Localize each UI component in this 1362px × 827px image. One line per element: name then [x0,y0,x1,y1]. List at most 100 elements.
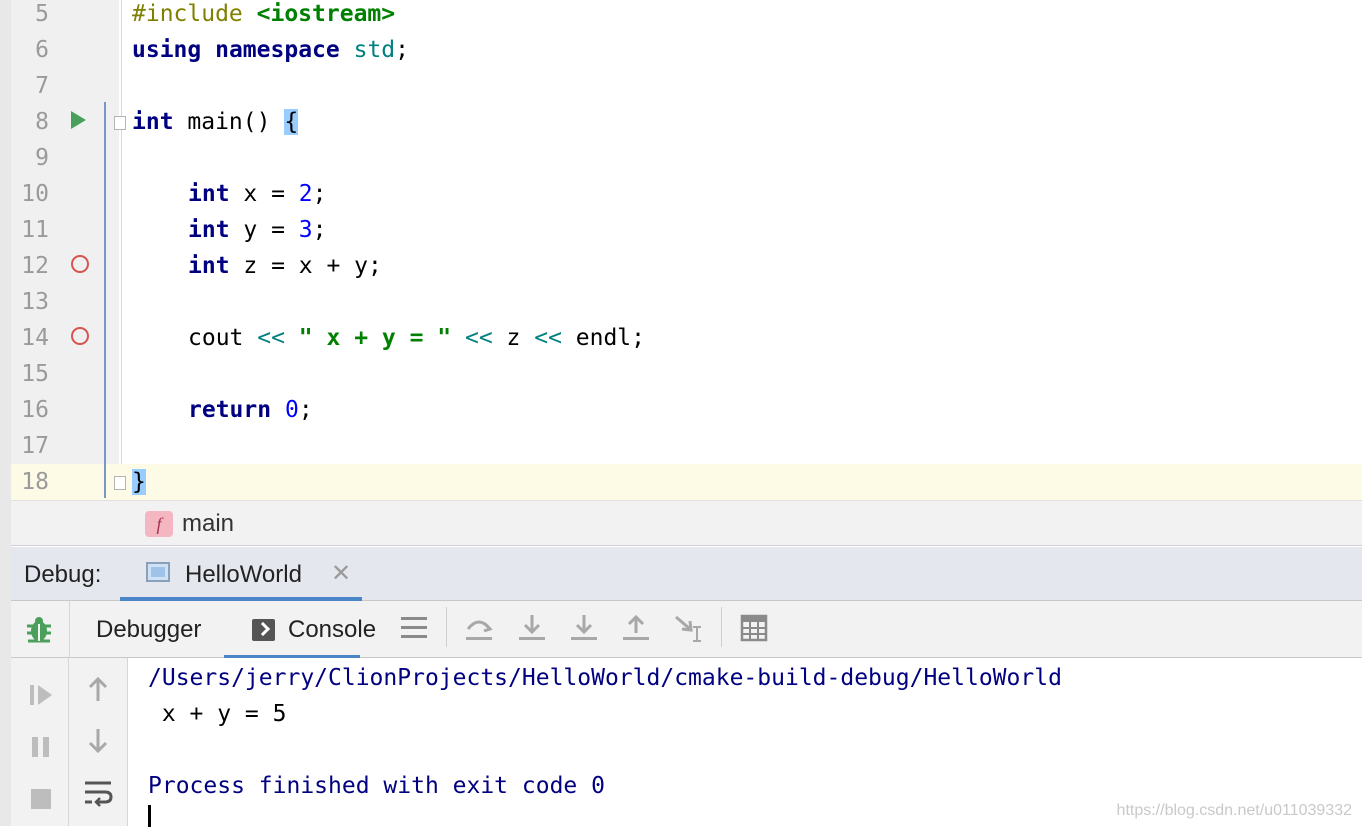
code-line[interactable]: 8 int main() { [11,104,1362,140]
session-tab-label: HelloWorld [185,561,302,588]
text-caret [148,805,151,827]
code-line[interactable]: 5 #include <iostream> [11,0,1362,32]
number-literal: 3 [298,217,313,243]
function-icon: f [145,511,173,537]
code-fragment: y = [229,217,299,243]
keyword: namespace [215,37,340,63]
window-edge [0,0,11,826]
tab-label: Debugger [96,616,202,643]
force-step-into-icon[interactable] [569,613,599,643]
line-number: 7 [35,73,49,99]
keyword: int [188,181,230,207]
code-line[interactable]: 6 using namespace std; [11,32,1362,68]
line-number: 18 [21,469,49,495]
console-line-exit: Process finished with exit code 0 [148,773,605,799]
code-editor[interactable]: 5 #include <iostream> 6 using namespace … [0,0,1362,500]
run-gutter-icon[interactable] [71,111,86,129]
keyword: using [132,37,202,63]
watermark: https://blog.csdn.net/u011039332 [1116,802,1352,819]
step-out-icon[interactable] [621,613,651,643]
fold-icon[interactable] [114,476,126,490]
stream-operator: << [534,325,562,351]
string-literal: " x + y = " [284,325,465,351]
soft-wrap-icon[interactable] [83,778,113,808]
keyword: int [188,217,230,243]
tab-label: Console [288,616,377,643]
punctuation: ; [312,217,327,243]
debug-tool-window-header: Debug: HelloWorld ✕ [11,547,1362,602]
line-number: 11 [21,217,49,243]
code-line[interactable]: 16 return 0; [11,392,1362,428]
line-number: 5 [35,1,49,27]
code-line[interactable]: 14 cout << " x + y = " << z << endl; [11,320,1362,356]
breadcrumb-item[interactable]: main [182,509,234,539]
evaluate-expression-icon[interactable] [739,613,769,643]
breakpoint-icon[interactable] [71,327,89,345]
code-line[interactable]: 7 [11,68,1362,104]
code-text: using namespace std; [132,32,409,68]
stop-icon[interactable] [26,784,56,814]
fold-icon[interactable] [114,116,126,130]
identifier: endl; [561,325,646,351]
number-literal: 2 [298,181,313,207]
function-signature: main() [173,109,285,135]
code-line[interactable]: 15 [11,356,1362,392]
code-line[interactable]: 13 [11,284,1362,320]
code-line[interactable]: 12 int z = x + y; [11,248,1362,284]
resume-icon[interactable] [26,680,56,710]
console-output[interactable]: /Users/jerry/ClionProjects/HelloWorld/cm… [128,658,1362,827]
console-line-command[interactable]: /Users/jerry/ClionProjects/HelloWorld/cm… [148,660,1062,696]
punctuation: ; [395,37,409,63]
line-number: 9 [35,145,49,171]
line-number: 12 [21,253,49,279]
punctuation: ; [298,397,313,423]
pause-icon[interactable] [26,732,56,762]
run-to-cursor-icon[interactable] [673,613,703,643]
window-icon [146,562,170,582]
scope-indicator [104,102,106,498]
code-line[interactable]: 9 [11,140,1362,176]
matched-brace: { [284,109,299,135]
bug-icon [27,617,51,643]
line-number: 16 [21,397,49,423]
code-text: int z = x + y; [188,248,382,284]
line-number: 8 [35,109,49,135]
up-arrow-icon[interactable] [83,674,113,704]
debug-actions-sidebar [11,658,69,826]
toolbar-separator [446,607,447,647]
code-text: return 0; [188,392,313,428]
tab-debugger[interactable]: Debugger [69,601,219,658]
code-line[interactable]: 10 int x = 2; [11,176,1362,212]
step-over-icon[interactable] [464,613,494,643]
code-line[interactable]: 11 int y = 3; [11,212,1362,248]
code-fragment: z = x + y; [229,253,382,279]
keyword: int [188,253,230,279]
code-fragment: x = [229,181,299,207]
matched-brace: } [132,469,146,495]
code-text: cout << " x + y = " << z << endl; [188,320,645,356]
debug-button[interactable] [11,601,70,658]
identifier: z [492,325,535,351]
line-number: 14 [21,325,49,351]
debug-session-tab[interactable]: HelloWorld ✕ [120,547,362,602]
code-line[interactable]: 17 [11,428,1362,464]
tab-console[interactable]: Console [224,601,376,659]
preprocessor-directive: #include [132,1,243,27]
line-number: 10 [21,181,49,207]
toolbar-separator [721,607,722,647]
down-arrow-icon[interactable] [83,726,113,756]
close-icon[interactable]: ✕ [331,559,351,589]
debug-toolbar: Debugger Console [11,601,1362,659]
stream-operator: << [257,325,285,351]
breadcrumb[interactable]: f main [11,500,1362,546]
layout-menu-icon[interactable] [399,613,429,643]
code-text: int y = 3; [188,212,327,248]
current-code-line[interactable]: 18 } [11,464,1362,500]
code-text: int x = 2; [188,176,327,212]
breakpoint-icon[interactable] [71,255,89,273]
number-literal: 0 [284,397,299,423]
keyword: return [188,397,272,423]
keyword: int [132,109,174,135]
tool-window-title: Debug: [24,561,102,588]
step-into-icon[interactable] [517,613,547,643]
